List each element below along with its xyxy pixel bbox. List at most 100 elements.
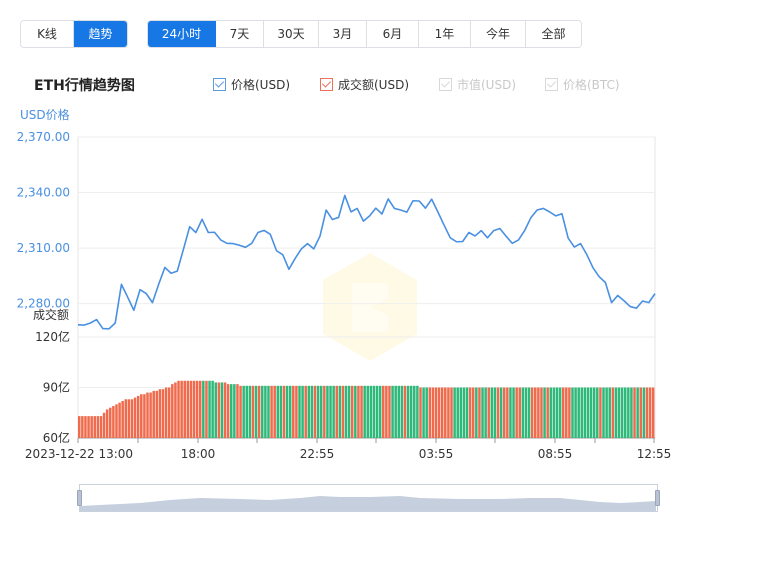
volume-bar	[574, 387, 577, 438]
volume-bar	[394, 385, 397, 438]
volume-bar	[226, 384, 230, 438]
volume-bar	[608, 387, 611, 438]
price-tick-label: 2,310.00	[17, 241, 70, 255]
volume-bar	[462, 387, 466, 438]
volume-bar	[93, 416, 97, 438]
volume-bar	[230, 384, 233, 438]
volume-bar	[285, 385, 289, 438]
volume-bar	[211, 380, 214, 438]
volume-bar	[580, 387, 584, 438]
volume-tick-label: 90亿	[43, 380, 70, 395]
volume-bar	[651, 387, 655, 438]
volume-bar	[350, 385, 354, 438]
volume-bar	[220, 382, 224, 438]
volume-bar	[254, 385, 258, 438]
volume-bar	[515, 387, 518, 438]
volume-bar	[589, 387, 593, 438]
volume-bar	[512, 387, 515, 438]
volume-bar	[167, 387, 171, 438]
volume-bar	[490, 387, 494, 438]
volume-bar	[596, 387, 599, 438]
volume-bar	[323, 385, 326, 438]
volume-bar	[527, 387, 531, 438]
volume-bar	[177, 380, 180, 438]
volume-bar	[81, 416, 84, 438]
volume-bar	[546, 387, 549, 438]
volume-bar	[437, 387, 441, 438]
volume-bar	[419, 387, 422, 438]
volume-bar	[385, 385, 388, 438]
volume-bar	[161, 389, 165, 438]
volume-bar	[313, 385, 317, 438]
volume-bar	[149, 392, 152, 438]
range-slider[interactable]	[79, 484, 658, 512]
volume-bar	[130, 399, 134, 438]
volume-bar	[242, 385, 245, 438]
volume-bar	[198, 380, 202, 438]
volume-bar	[627, 387, 630, 438]
volume-bar	[143, 394, 146, 438]
volume-bar	[279, 385, 283, 438]
volume-bar	[456, 387, 459, 438]
watermark-logo	[323, 253, 417, 361]
volume-bar	[208, 380, 211, 438]
volume-bar	[195, 380, 199, 438]
volume-bar	[592, 387, 596, 438]
volume-bar	[202, 380, 205, 438]
volume-bar	[186, 380, 190, 438]
volume-bar	[611, 387, 615, 438]
price-axis-title: USD价格	[20, 107, 70, 122]
slider-left-handle[interactable]	[77, 490, 82, 506]
volume-bar	[233, 384, 236, 438]
volume-bar	[413, 385, 416, 438]
volume-bar	[282, 385, 286, 438]
volume-bar	[118, 402, 121, 438]
volume-bar	[440, 387, 444, 438]
volume-bar	[487, 387, 490, 438]
volume-bar	[357, 385, 360, 438]
volume-bar	[217, 382, 221, 438]
volume-bar	[471, 387, 475, 438]
volume-bar	[372, 385, 376, 438]
volume-bar	[583, 387, 587, 438]
volume-bar	[586, 387, 590, 438]
volume-bar	[319, 385, 323, 438]
volume-bar	[329, 385, 332, 438]
volume-bar	[223, 382, 227, 438]
volume-bar	[561, 387, 565, 438]
x-tick-label: 18:00	[181, 447, 216, 461]
volume-bar	[425, 387, 428, 438]
volume-bar	[171, 384, 174, 438]
volume-bar	[397, 385, 401, 438]
volume-bar	[502, 387, 506, 438]
volume-bar	[391, 385, 394, 438]
volume-bar	[295, 385, 298, 438]
volume-bar	[273, 385, 276, 438]
slider-right-handle[interactable]	[655, 490, 660, 506]
x-tick-label: 03:55	[419, 447, 454, 461]
volume-bar	[276, 385, 280, 438]
volume-bar	[214, 382, 217, 438]
volume-bar	[301, 385, 304, 438]
volume-bar	[465, 387, 469, 438]
volume-bar	[341, 385, 345, 438]
volume-bar	[192, 380, 196, 438]
volume-bar	[261, 385, 264, 438]
trend-chart[interactable]: 2,370.002,340.002,310.002,280.00120亿90亿6…	[0, 0, 780, 563]
volume-bar	[140, 394, 143, 438]
volume-bar	[288, 385, 292, 438]
volume-bar	[78, 416, 81, 438]
volume-bar	[158, 389, 162, 438]
volume-bar	[310, 385, 314, 438]
volume-bar	[620, 387, 624, 438]
volume-bar	[521, 387, 525, 438]
volume-bar	[87, 416, 90, 438]
volume-bar	[304, 385, 307, 438]
volume-bar	[602, 387, 605, 438]
volume-bar	[406, 385, 410, 438]
volume-bar	[189, 380, 193, 438]
volume-bar	[382, 385, 385, 438]
volume-bar	[540, 387, 543, 438]
volume-bar	[332, 385, 335, 438]
volume-bar	[524, 387, 528, 438]
